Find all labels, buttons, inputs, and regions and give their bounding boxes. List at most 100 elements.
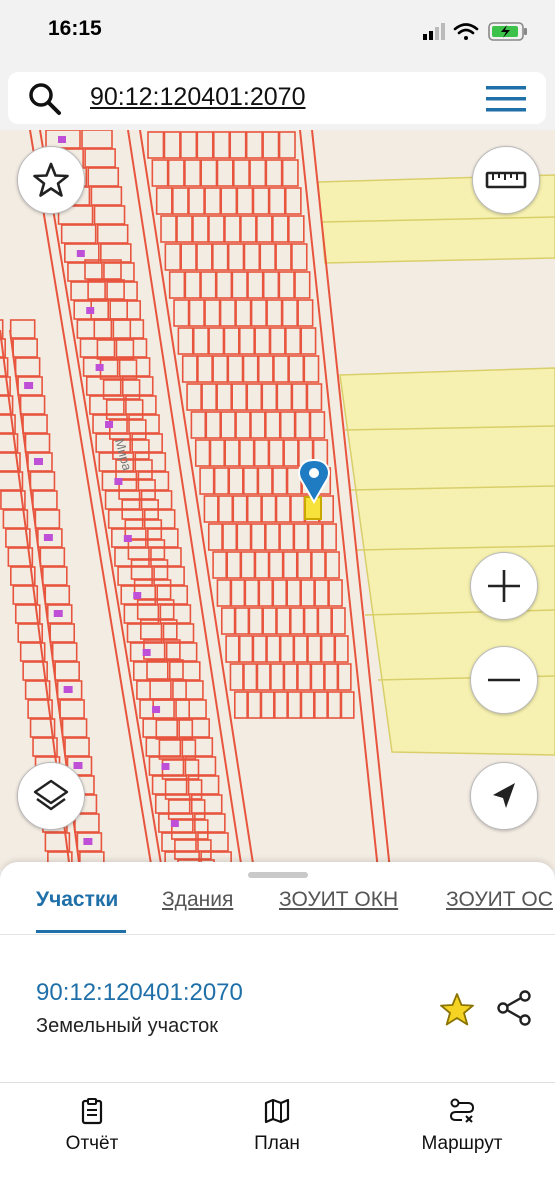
parcel-lot [284,187,302,215]
parcel-lot [249,159,267,187]
parcel-lot [223,327,240,355]
zoom-in-button[interactable] [470,552,538,620]
parcel-lot [186,383,202,411]
parcel-lot [105,399,144,420]
share-icon[interactable] [494,988,534,1028]
building-mark [170,820,179,827]
parcel-lot [29,471,56,491]
nav-route[interactable]: Маршрут [382,1083,542,1163]
favorite-map-button[interactable] [17,146,85,214]
ruler-button[interactable] [472,146,540,214]
nav-report-label: Отчёт [65,1133,119,1154]
parcel-lot [254,551,270,579]
layers-icon [33,779,69,811]
parcel-lot [59,699,85,719]
nav-plan[interactable]: План [197,1083,357,1163]
parcel-lot [297,663,312,691]
building-mark [63,686,73,693]
cellular-signal-icon [423,23,445,40]
favorite-star-icon[interactable] [437,990,477,1030]
parcel-lot [219,299,236,327]
parcel-lot [19,395,46,415]
parcel-lot [256,215,273,243]
parcel-number[interactable]: 90:12:120401:2070 [36,979,243,1007]
parcel-lot [208,327,225,355]
parcel-lot [228,467,244,495]
parcel-lot [317,607,332,635]
parcel-lot [300,579,315,607]
tab-buildings[interactable]: Здания [162,888,233,912]
parcel-lot [188,299,205,327]
parcel-lot [291,243,308,271]
layer-tabs: Участки Здания ЗОУИТ ОКН ЗОУИТ ОС [0,882,555,934]
parcel-lot [132,661,169,681]
parcel-lot [115,338,148,358]
parcel-lot [109,300,142,320]
parcel-lot [167,159,185,187]
parcel-lot [194,439,211,467]
building-mark [43,534,53,541]
parcel-lot [235,299,252,327]
parcel-lot [294,411,311,439]
parcel-lot [136,680,172,700]
parcel-lot [288,215,305,243]
parcel-lot [282,551,298,579]
parcel-lot [172,187,189,215]
parcel-lot [150,547,182,567]
parcel-lot [142,718,178,738]
parcel-lot [250,299,267,327]
my-location-button[interactable] [470,762,538,830]
parcel-lot [177,327,194,355]
parcel-lot [261,383,278,411]
parcel-lot [164,779,203,800]
tab-zouit-okn[interactable]: ЗОУИТ ОКН [279,888,398,912]
parcel-lot [32,490,58,510]
parcel-lot [190,794,223,814]
parcel-lot [313,691,328,719]
parcel-lot [168,661,201,681]
parcel-lot [222,523,238,551]
parcel-lot [325,551,340,579]
parcel-lot [147,131,165,159]
parcel-lot [245,131,263,159]
nav-plan-label: План [254,1133,300,1154]
parcel-lot [34,509,61,529]
search-bar[interactable]: 90:12:120401:2070 [8,72,546,124]
parcel-sheet[interactable]: Участки Здания ЗОУИТ ОКН ЗОУИТ ОС 90:12:… [0,862,555,1084]
sheet-drag-handle[interactable] [248,872,308,878]
menu-icon[interactable] [486,84,526,114]
parcel-lot [181,355,198,383]
parcel-lot [224,439,240,467]
status-time: 16:15 [48,17,102,40]
parcel-lot [257,355,274,383]
parcel-lot [216,579,232,607]
parcel-lot [42,566,68,586]
parcel-lot [154,794,191,814]
building-mark [76,250,85,257]
layers-button[interactable] [17,762,85,830]
parcel-lot [254,327,271,355]
parcel-lot [175,699,207,719]
search-icon[interactable] [28,82,62,116]
parcel-lot [250,523,266,551]
parcel-lot [288,355,305,383]
zoom-out-button[interactable] [470,646,538,714]
nav-report[interactable]: Отчёт [12,1083,172,1163]
bottom-navigation: Отчёт План Маршрут [0,1082,555,1201]
parcel-lot [220,607,236,635]
parcel-lot [204,299,221,327]
parcel-lot [188,187,205,215]
parcel-lot [9,319,36,339]
cadastral-map[interactable]: Мира [0,130,555,870]
parcel-lot [262,271,280,299]
parcel-lot [81,130,113,149]
search-query[interactable]: 90:12:120401:2070 [90,83,306,112]
parcel-lot [24,433,51,453]
parcel-lot [290,495,306,523]
tab-parcels[interactable]: Участки [36,888,118,912]
parcel-lot [279,411,296,439]
parcel-lot [39,547,66,567]
parcel-lot [60,224,97,244]
parcel-lot [306,383,323,411]
tab-zouit-os[interactable]: ЗОУИТ ОС [446,888,553,912]
